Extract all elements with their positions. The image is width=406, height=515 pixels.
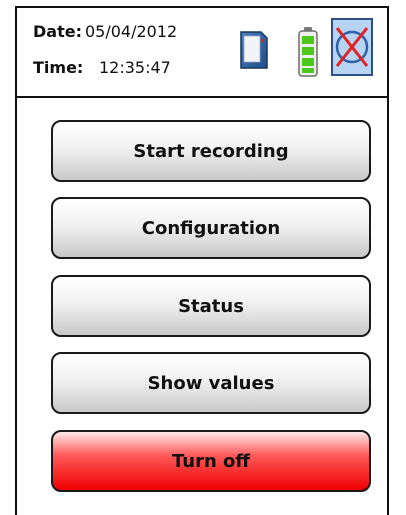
- configuration-button[interactable]: Configuration: [51, 197, 371, 259]
- time-label: Time:: [33, 58, 84, 77]
- status-button[interactable]: Status: [51, 275, 371, 337]
- date-label: Date:: [33, 22, 82, 41]
- sd-card-icon: [240, 31, 268, 69]
- date-row: Date: 05/04/2012: [33, 22, 177, 41]
- device-screen: Date: 05/04/2012 Time: 12:35:47 Start re…: [15, 6, 389, 515]
- time-value: 12:35:47: [99, 58, 171, 77]
- status-header: Date: 05/04/2012 Time: 12:35:47: [17, 8, 387, 98]
- turn-off-button[interactable]: Turn off: [51, 430, 371, 492]
- start-recording-button[interactable]: Start recording: [51, 120, 371, 182]
- show-values-button[interactable]: Show values: [51, 352, 371, 414]
- network-disconnected-icon: [331, 18, 373, 76]
- date-value: 05/04/2012: [85, 22, 178, 41]
- time-row: Time: 12:35:47: [33, 58, 171, 77]
- battery-icon: [298, 27, 318, 77]
